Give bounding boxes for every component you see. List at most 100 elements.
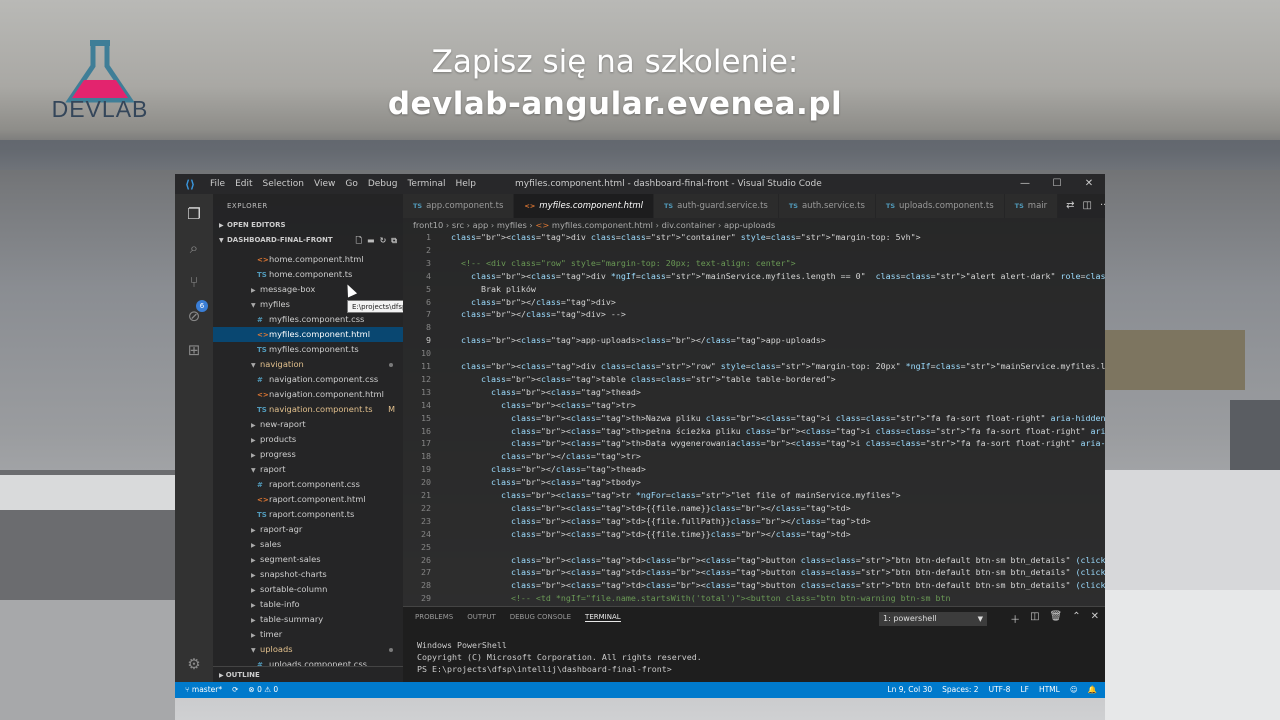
open-editors-section[interactable]: ▶ OPEN EDITORS <box>213 218 403 233</box>
tab-problems[interactable]: PROBLEMS <box>415 613 453 622</box>
trash-icon[interactable]: 🗑 <box>1050 611 1063 626</box>
tree-item[interactable]: TS raport.component.ts <box>213 507 403 522</box>
split-editor-icon[interactable]: ◫ <box>1083 194 1092 218</box>
tab-auth-guard-service-ts[interactable]: TS auth-guard.service.ts <box>653 194 779 218</box>
promo-url[interactable]: devlab-angular.evenea.pl <box>0 86 1230 122</box>
menu-debug[interactable]: Debug <box>363 179 403 189</box>
breadcrumb-item[interactable]: div.container <box>662 220 716 230</box>
cursor-position[interactable]: Ln 9, Col 30 <box>887 682 932 698</box>
tab-app-component-ts[interactable]: TS app.component.ts <box>403 194 515 218</box>
extensions-icon[interactable]: ⊞ <box>184 340 204 360</box>
code-line[interactable]: class="br"><class="tag">td>class="br"><c… <box>451 567 1105 577</box>
code-line[interactable]: class="br"><class="tag">td>{{file.name}}… <box>451 503 851 513</box>
code-line[interactable]: class="br"><class="tag">thead> <box>451 387 641 397</box>
sync-icon[interactable]: ⟳ <box>232 682 238 698</box>
breadcrumb-item[interactable]: app <box>473 220 489 230</box>
menu-terminal[interactable]: Terminal <box>402 179 450 189</box>
explorer-icon[interactable]: ❐ <box>184 204 204 224</box>
code-line[interactable]: class="br"><class="tag">div class=class=… <box>451 232 921 242</box>
gear-icon[interactable]: ⚙ <box>184 654 204 674</box>
code-line[interactable]: class="br"><class="tag">td>class="br"><c… <box>451 580 1105 590</box>
code-line[interactable]: class="br"><class="tag">td>class="br"><c… <box>451 555 1105 565</box>
search-icon[interactable]: ⌕ <box>184 238 204 258</box>
code-line[interactable]: class="br"><class="tag">table class=clas… <box>451 374 836 384</box>
feedback-icon[interactable]: ☺ <box>1070 682 1078 698</box>
menu-help[interactable]: Help <box>450 179 481 189</box>
menu-edit[interactable]: Edit <box>230 179 257 189</box>
code-line[interactable]: class="br"></class="tag">thead> <box>451 464 646 474</box>
code-line[interactable]: class="br"><class="tag">div *ngIf=class=… <box>451 271 1105 281</box>
more-actions-icon[interactable]: ··· <box>1100 194 1105 218</box>
code-line[interactable]: class="br"><class="tag">th>Data wygenero… <box>451 438 1105 448</box>
close-button[interactable]: ✕ <box>1073 174 1105 194</box>
tree-item[interactable]: <>navigation.component.html <box>213 387 403 402</box>
language-mode[interactable]: HTML <box>1039 682 1060 698</box>
tree-item[interactable]: ▶ new-raport <box>213 417 403 432</box>
tree-item[interactable]: ▶ progress <box>213 447 403 462</box>
breadcrumb-item[interactable]: app-uploads <box>724 220 775 230</box>
tree-item[interactable]: TS myfiles.component.ts <box>213 342 403 357</box>
breadcrumb-item[interactable]: myfiles.component.html <box>552 220 653 230</box>
menu-file[interactable]: File <box>205 179 230 189</box>
tree-item[interactable]: # raport.component.css <box>213 477 403 492</box>
encoding[interactable]: UTF-8 <box>989 682 1011 698</box>
menu-selection[interactable]: Selection <box>258 179 309 189</box>
tree-item[interactable]: TS navigation.component.ts M <box>213 402 403 417</box>
tab-main[interactable]: TS mair <box>1004 194 1059 218</box>
tree-item[interactable]: # navigation.component.css <box>213 372 403 387</box>
breadcrumb-item[interactable]: src <box>452 220 464 230</box>
breadcrumb-item[interactable]: myfiles <box>497 220 527 230</box>
tab-auth-service-ts[interactable]: TS auth.service.ts <box>778 194 876 218</box>
branch-indicator[interactable]: ⑂ master* <box>185 682 222 698</box>
indentation[interactable]: Spaces: 2 <box>942 682 978 698</box>
tree-item[interactable]: ▼ raport <box>213 462 403 477</box>
close-panel-icon[interactable]: ✕ <box>1091 611 1099 626</box>
tab-uploads-component-ts[interactable]: TS uploads.component.ts <box>875 194 1005 218</box>
tree-item[interactable]: <>raport.component.html <box>213 492 403 507</box>
code-line[interactable]: class="br"><class="tag">tbody> <box>451 477 641 487</box>
open-changes-icon[interactable]: ⇄ <box>1066 194 1074 218</box>
tree-item-selected[interactable]: <>myfiles.component.html <box>213 327 403 342</box>
new-folder-icon[interactable]: ▬ <box>367 233 375 248</box>
code-line[interactable]: class="br"><class="tag">th>Nazwa pliku c… <box>451 413 1105 423</box>
code-line[interactable]: <!-- <td *ngIf="file.name.startsWith('to… <box>451 593 951 603</box>
tab-debug-console[interactable]: DEBUG CONSOLE <box>510 613 571 622</box>
maximize-button[interactable]: ☐ <box>1041 174 1073 194</box>
refresh-icon[interactable]: ↻ <box>380 233 387 248</box>
collapse-all-icon[interactable]: ⧉ <box>391 233 397 248</box>
code-line[interactable]: class="br"><class="tag">tr *ngFor=class=… <box>451 490 901 500</box>
outline-section[interactable]: ▶ OUTLINE <box>213 666 403 682</box>
tab-terminal[interactable]: TERMINAL <box>585 613 621 622</box>
tree-item[interactable]: ▼ uploads <box>213 642 403 657</box>
tree-item[interactable]: ▶ segment-sales <box>213 552 403 567</box>
code-line[interactable]: class="br"><class="tag">tr> <box>451 400 636 410</box>
code-line[interactable]: class="br"><class="tag">th>pełna ścieżka… <box>451 426 1105 436</box>
menu-view[interactable]: View <box>309 179 340 189</box>
tree-item[interactable]: ▶ sortable-column <box>213 582 403 597</box>
tab-myfiles-component-html[interactable]: <> myfiles.component.html <box>514 194 654 218</box>
tree-item[interactable]: ▶ raport-agr <box>213 522 403 537</box>
tab-output[interactable]: OUTPUT <box>467 613 496 622</box>
menu-go[interactable]: Go <box>340 179 362 189</box>
debug-icon[interactable]: ⊘ <box>184 306 204 326</box>
code-line[interactable]: class="br"><class="tag">td>{{file.time}}… <box>451 529 851 539</box>
source-control-icon[interactable]: ⑂ <box>184 272 204 292</box>
terminal-select[interactable]: 1: powershell ▼ <box>879 612 987 626</box>
tree-item[interactable]: ▶ snapshot-charts <box>213 567 403 582</box>
project-section[interactable]: ▼ DASHBOARD-FINAL-FRONT 🗋 ▬ ↻ ⧉ <box>213 233 403 248</box>
code-line[interactable]: class="br"><class="tag">div class=class=… <box>451 361 1105 371</box>
tree-item[interactable]: ▶ sales <box>213 537 403 552</box>
code-line[interactable]: <!-- <div class="row" style="margin-top:… <box>451 258 796 268</box>
tree-item[interactable]: ▶ table-summary <box>213 612 403 627</box>
new-file-icon[interactable]: 🗋 <box>356 233 362 248</box>
tree-item[interactable]: TS home.component.ts <box>213 267 403 282</box>
code-line[interactable]: class="br"><class="tag">td>{{file.fullPa… <box>451 516 871 526</box>
code-line[interactable]: class="br"></class="tag">div> <box>451 297 616 307</box>
maximize-panel-icon[interactable]: ⌃ <box>1072 611 1080 626</box>
code-line[interactable]: class="br"><class="tag">app-uploads>clas… <box>451 335 826 345</box>
code-line[interactable]: Brak plików <box>451 284 536 294</box>
new-terminal-icon[interactable]: ＋ <box>1010 611 1020 626</box>
code-editor[interactable]: 1 class="br"><class="tag">div class=class… <box>403 232 1105 604</box>
tree-item[interactable]: # myfiles.component.css <box>213 312 403 327</box>
problems-indicator[interactable]: ⊗ 0 ⚠ 0 <box>248 682 278 698</box>
